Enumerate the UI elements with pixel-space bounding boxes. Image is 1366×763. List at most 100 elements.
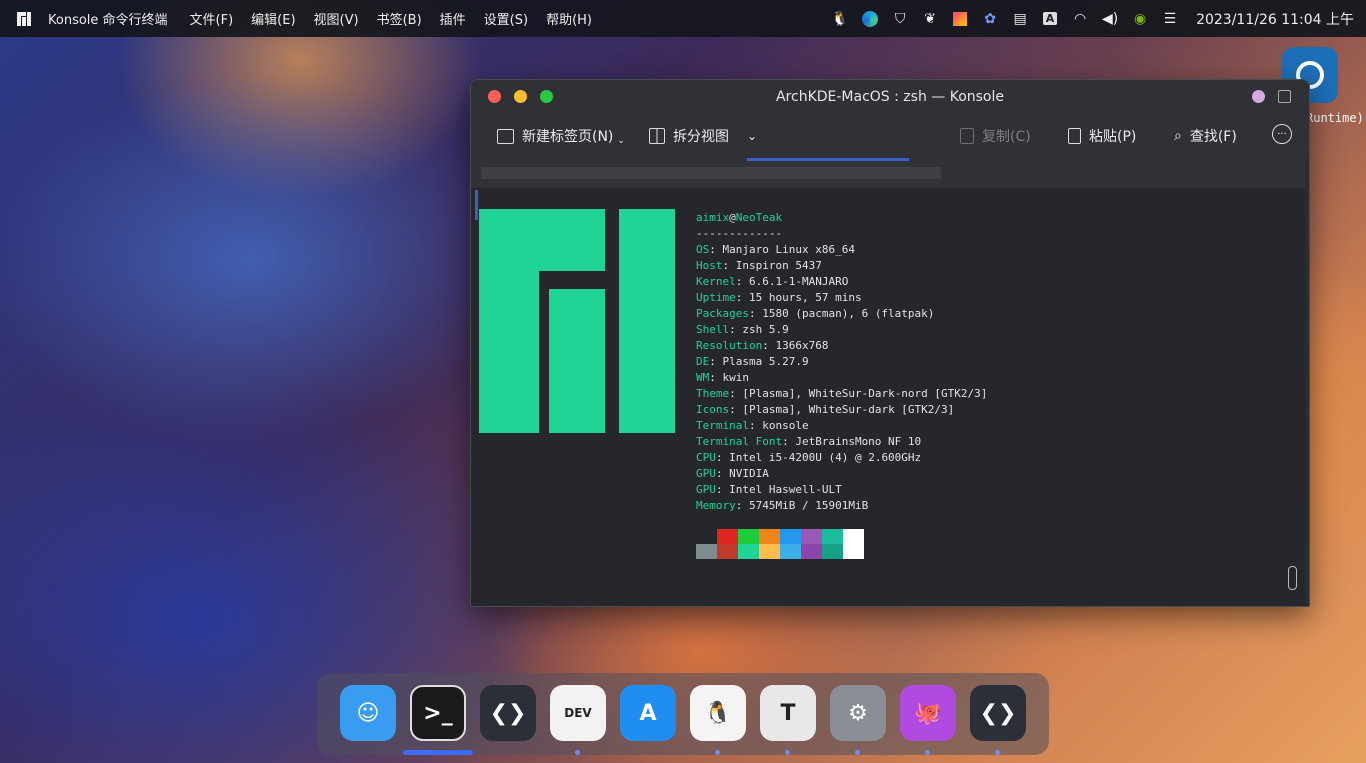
dock-glyph: ❮❯ [979, 700, 1017, 726]
menu-bookmarks[interactable]: 书签(B) [377, 9, 422, 28]
manjaro-logo-icon[interactable] [17, 11, 31, 26]
paste-icon [1068, 128, 1081, 144]
scrollbar[interactable] [1288, 566, 1297, 590]
dock-glyph: ☺ [356, 700, 380, 726]
gear-tray-icon[interactable]: ✿ [980, 9, 1000, 29]
dock-glyph: >_ [423, 700, 453, 726]
menu-help[interactable]: 帮助(H) [546, 9, 592, 28]
terminal-icon[interactable]: >_ [410, 685, 466, 741]
menu-file[interactable]: 文件(F) [190, 9, 234, 28]
wifi-icon[interactable]: ◠ [1070, 9, 1090, 29]
volume-icon[interactable]: ◀) [1100, 9, 1120, 29]
app-store-icon[interactable]: A [620, 685, 676, 741]
color-swatch [843, 529, 864, 544]
chevron-down-icon: ⌄ [747, 129, 758, 143]
clock[interactable]: 2023/11/26 11:04 上午 [1196, 9, 1354, 29]
neofetch-info: aimix@NeoTeak ------------- OS: Manjaro … [696, 210, 987, 514]
color-palette-top [696, 529, 864, 544]
vscode-icon[interactable]: ❮❯ [480, 685, 536, 741]
more-options-icon[interactable]: ··· [1272, 124, 1292, 144]
color-swatch [801, 529, 822, 544]
settings-icon[interactable]: ⚙ [830, 685, 886, 741]
info-row: GPU: Intel Haswell-ULT [696, 483, 842, 496]
info-row: Terminal: konsole [696, 419, 809, 432]
keyboard-icon[interactable]: A [1040, 9, 1060, 29]
find-label: 查找(F) [1189, 129, 1237, 145]
menu-view[interactable]: 视图(V) [314, 9, 359, 28]
info-row: Terminal Font: JetBrainsMono NF 10 [696, 435, 921, 448]
maximize-button[interactable] [540, 90, 553, 103]
menu-plugins[interactable]: 插件 [440, 9, 466, 28]
dock-glyph: T [780, 700, 796, 726]
copy-button[interactable]: 复制(C) [960, 126, 1031, 146]
clipboard-icon[interactable]: ▤ [1010, 9, 1030, 29]
chevron-down-icon: ⌄ [617, 136, 625, 146]
menu-settings[interactable]: 设置(S) [484, 9, 528, 28]
github-icon[interactable]: 🐙 [900, 685, 956, 741]
info-row: Resolution: 1366x768 [696, 339, 828, 352]
tab-label-blurred[interactable] [481, 167, 941, 179]
info-value: : 15 hours, 57 mins [735, 291, 862, 304]
info-row: Shell: zsh 5.9 [696, 323, 789, 336]
info-row: DE: Plasma 5.27.9 [696, 355, 809, 368]
color-swatch [801, 544, 822, 559]
close-button[interactable] [488, 90, 501, 103]
split-view-icon [649, 128, 665, 144]
info-value: : 1580 (pacman), 6 (flatpak) [748, 307, 935, 320]
color-swatch [696, 529, 717, 544]
terminal-area[interactable]: aimix@NeoTeak ------------- OS: Manjaro … [471, 188, 1305, 606]
hostname: NeoTeak [735, 211, 783, 224]
info-row: Kernel: 6.6.1-1-MANJARO [696, 275, 848, 288]
info-row: Uptime: 15 hours, 57 mins [696, 291, 862, 304]
split-view-button[interactable]: 拆分视图 ⌄ [649, 126, 757, 146]
edge-dev-icon[interactable]: DEV [550, 685, 606, 741]
color-swatch [738, 544, 759, 559]
keep-above-button[interactable] [1252, 90, 1265, 103]
copy-icon [960, 128, 974, 144]
dock-glyph: DEV [564, 706, 592, 720]
info-key: Icons [696, 403, 730, 416]
menu-edit[interactable]: 编辑(E) [251, 9, 295, 28]
running-indicator [715, 750, 720, 755]
find-button[interactable]: ⌕ 查找(F) [1174, 126, 1237, 146]
active-app-name: Konsole 命令行终端 [48, 13, 168, 28]
nvidia-icon[interactable]: ◉ [1130, 9, 1150, 29]
toggle-icon[interactable]: ☰ [1160, 9, 1180, 29]
flame-icon[interactable]: ❦ [920, 9, 940, 29]
info-key: Terminal [696, 419, 749, 432]
info-key: Host [696, 259, 723, 272]
dock-glyph: ❮❯ [489, 700, 527, 726]
qq-dock-icon[interactable]: 🐧 [690, 685, 746, 741]
minimize-button[interactable] [514, 90, 527, 103]
tab-bar[interactable] [471, 158, 1305, 188]
info-value: : NVIDIA [715, 467, 769, 480]
new-tab-icon [497, 128, 514, 144]
logo-bar-middle [549, 289, 605, 433]
info-value: : Intel Haswell-ULT [715, 483, 842, 496]
info-key: CPU [696, 451, 716, 464]
color-swatch [717, 544, 738, 559]
info-row: WM: kwin [696, 371, 749, 384]
color-swatch [738, 529, 759, 544]
paste-button[interactable]: 粘贴(P) [1068, 126, 1136, 146]
cube-icon[interactable] [950, 9, 970, 29]
color-swatch [759, 544, 780, 559]
search-icon: ⌕ [1174, 128, 1182, 144]
info-key: GPU [696, 467, 716, 480]
new-tab-button[interactable]: 新建标签页(N) ⌄ [497, 126, 625, 146]
info-value: : 5745MiB / 15901MiB [735, 499, 869, 512]
edge-icon[interactable] [860, 9, 880, 29]
typora-icon[interactable]: T [760, 685, 816, 741]
window-menu-icon[interactable] [1278, 90, 1291, 103]
window-titlebar[interactable]: ArchKDE-MacOS : zsh — Konsole [471, 80, 1309, 114]
finder-icon[interactable]: ☺ [340, 685, 396, 741]
logo-bar-left [479, 209, 539, 433]
qq-icon[interactable]: 🐧 [830, 9, 850, 29]
dock-glyph: 🐧 [704, 700, 732, 726]
shield-icon[interactable]: ⛉ [890, 9, 910, 29]
vscode-icon-2[interactable]: ❮❯ [970, 685, 1026, 741]
desktop-app-label: Runtime) [1306, 111, 1364, 125]
info-value: : JetBrainsMono NF 10 [782, 435, 922, 448]
info-key: Packages [696, 307, 749, 320]
dock: ☺ >_ ❮❯ DEV A 🐧 T ⚙ 🐙 ❮❯ [317, 673, 1049, 755]
